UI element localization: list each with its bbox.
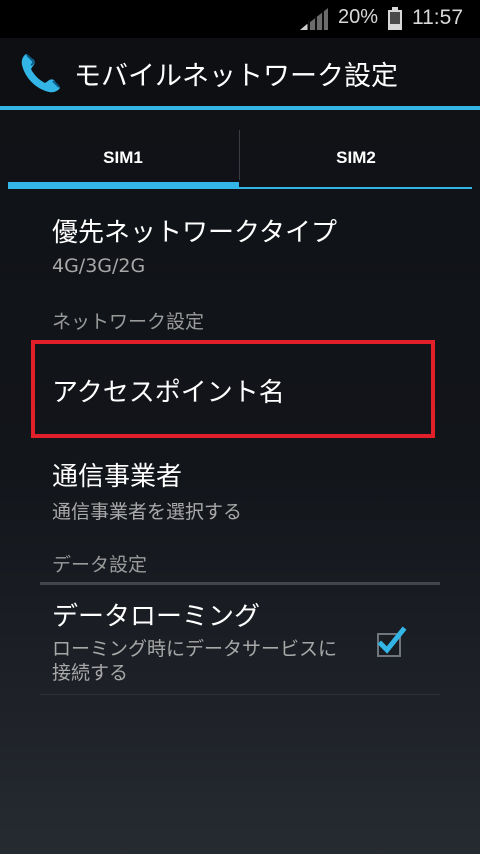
status-bar: 20% 11:57	[0, 0, 480, 38]
data-roaming-checkbox[interactable]	[370, 622, 410, 662]
battery-percent: 20%	[338, 6, 379, 28]
carrier-summary: 通信事業者を選択する	[52, 501, 243, 523]
tab-sim1[interactable]: SIM1	[8, 130, 238, 186]
preferred-network-type-title[interactable]: 優先ネットワークタイプ	[52, 212, 337, 249]
signal-icon	[300, 8, 328, 30]
sim-tabs: SIM1 SIM2	[8, 130, 472, 190]
tab-selected-indicator	[8, 182, 239, 189]
preferred-network-type-summary: 4G/3G/2G	[52, 255, 146, 277]
data-settings-category: データ設定	[52, 554, 148, 576]
carrier-title[interactable]: 通信事業者	[52, 456, 182, 493]
clock: 11:57	[412, 6, 463, 29]
access-point-names-title[interactable]: アクセスポイント名	[52, 372, 285, 409]
data-roaming-title[interactable]: データローミング	[52, 596, 260, 633]
category-divider	[40, 582, 440, 585]
page-title: モバイルネットワーク設定	[74, 61, 398, 92]
network-settings-category: ネットワーク設定	[52, 311, 205, 333]
data-roaming-summary: ローミング時にデータサービスに接続する	[52, 638, 338, 684]
item-divider	[40, 694, 440, 695]
phone-icon[interactable]	[18, 50, 64, 96]
action-bar-divider	[0, 106, 480, 110]
tab-sim2[interactable]: SIM2	[240, 130, 472, 186]
battery-icon	[388, 7, 402, 30]
